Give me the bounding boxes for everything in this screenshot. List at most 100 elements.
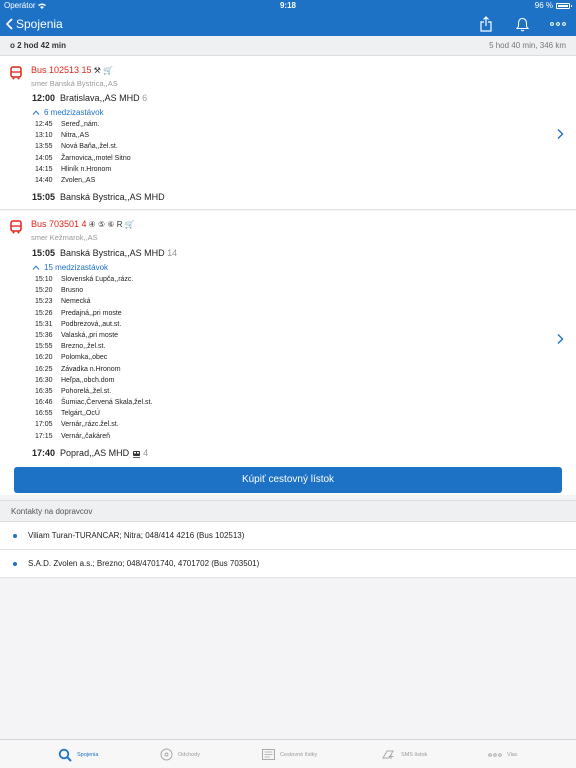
tab-label: SMS lístok bbox=[401, 751, 428, 758]
stop-name: Valaská,,pri moste bbox=[61, 331, 119, 339]
service-symbols: ⚒ 🛒 bbox=[93, 65, 113, 75]
list-item: 15:55 Brezno,,žel.st. bbox=[35, 341, 152, 352]
arrival-row: 17:40 Poprad,,AS MHD 4 bbox=[32, 448, 148, 458]
nav-actions bbox=[478, 12, 566, 36]
arrival-time: 15:05 bbox=[32, 192, 56, 202]
arrival-stop: Banská Bystrica,,AS MHD bbox=[60, 192, 165, 202]
contact-text: S.A.D. Zvolen a.s.; Brezno; 048/4701740,… bbox=[28, 559, 260, 568]
stop-time: 17:15 bbox=[35, 432, 53, 440]
connection-card-2[interactable]: Bus 703501 4 ④ ⑤ ⑥ R 🛒 smer Kežmarok,,AS… bbox=[0, 211, 576, 495]
list-item: 15:20 Brusno bbox=[35, 285, 152, 296]
back-label: Spojenia bbox=[16, 17, 63, 31]
intermediate-stops: 15:10 Slovenská Ľupča,,rázc. 15:20 Brusno … bbox=[35, 274, 152, 442]
departure-row: 12:00 Bratislava,,AS MHD 6 bbox=[32, 93, 147, 103]
stop-name: Heľpa,,obch.dom bbox=[61, 376, 115, 384]
stop-name: Podbrezová,,aut.st. bbox=[61, 320, 122, 328]
tab-spojenia[interactable]: Spojenia bbox=[58, 740, 98, 768]
bell-icon[interactable] bbox=[514, 14, 530, 34]
stop-name: Telgárt,,OcÚ bbox=[61, 410, 100, 418]
stop-name: Vernár,,čakáreň bbox=[61, 432, 111, 440]
list-item: 17:05 Vernár,,rázc.žel.st. bbox=[35, 419, 152, 430]
tab-odchody[interactable]: Odchody bbox=[160, 740, 200, 768]
stop-name: Nitra,,AS bbox=[61, 132, 90, 140]
stops-toggle[interactable]: 15 medzizastávok bbox=[32, 263, 108, 272]
list-item: 15:10 Slovenská Ľupča,,rázc. bbox=[35, 274, 152, 285]
contact-item: Viliam Turan-TURANCAR; Nitra; 048/414 42… bbox=[0, 522, 576, 550]
platform: 6 bbox=[142, 93, 148, 103]
back-button[interactable]: Spojenia bbox=[6, 12, 63, 36]
stop-time: 16:20 bbox=[35, 354, 53, 362]
tab-bar: Spojenia Odchody Cestovné lístky SMS lís… bbox=[0, 739, 576, 768]
departure-row: 15:05 Banská Bystrica,,AS MHD 14 bbox=[32, 248, 177, 258]
contact-text: Viliam Turan-TURANCAR; Nitra; 048/414 42… bbox=[28, 531, 245, 540]
stop-time: 16:25 bbox=[35, 365, 53, 373]
battery-percent: 96 % bbox=[534, 1, 553, 10]
stop-time: 15:36 bbox=[35, 331, 53, 339]
platform: 14 bbox=[167, 248, 178, 258]
stops-count: 15 medzizastávok bbox=[44, 263, 109, 272]
status-bar: Operátor 9:18 96 % bbox=[0, 0, 576, 12]
departure-stop: Bratislava,,AS MHD bbox=[60, 93, 140, 103]
stop-name: Vernár,,rázc.žel.st. bbox=[61, 421, 119, 429]
tab-label: Viac bbox=[507, 751, 518, 758]
arrival-row: 15:05 Banská Bystrica,,AS MHD bbox=[32, 192, 165, 202]
stop-time: 15:55 bbox=[35, 343, 53, 351]
stops-count: 6 medzizastávok bbox=[44, 108, 104, 117]
tab-viac[interactable]: Viac bbox=[488, 740, 518, 768]
tab-cestovne-listky[interactable]: Cestovné lístky bbox=[262, 740, 317, 768]
list-item: 16:55 Telgárt,,OcÚ bbox=[35, 408, 152, 419]
arrival-stop: Poprad,,AS MHD bbox=[60, 448, 130, 458]
stop-time: 16:55 bbox=[35, 410, 53, 418]
stop-time: 16:35 bbox=[35, 387, 53, 395]
list-item: 16:20 Polomka,,obec bbox=[35, 352, 152, 363]
buy-ticket-button[interactable]: Kúpiť cestovný lístok bbox=[14, 467, 562, 493]
stop-name: Polomka,,obec bbox=[61, 354, 108, 362]
list-item: 15:31 Podbrezová,,aut.st. bbox=[35, 319, 152, 330]
direction: smer Kežmarok,,AS bbox=[31, 233, 98, 242]
stop-name: Žarnovica,,motel Sitno bbox=[61, 154, 131, 162]
stop-time: 16:30 bbox=[35, 376, 53, 384]
stops-toggle[interactable]: 6 medzizastávok bbox=[32, 108, 104, 117]
departure-in: o 2 hod 42 min bbox=[10, 41, 67, 50]
contact-item: S.A.D. Zvolen a.s.; Brezno; 048/4701740,… bbox=[0, 550, 576, 578]
stop-time: 15:10 bbox=[35, 276, 53, 283]
list-item: 15:36 Valaská,,pri moste bbox=[35, 330, 152, 341]
departure-time: 12:00 bbox=[32, 93, 56, 103]
chevron-left-icon bbox=[6, 18, 13, 30]
chevron-right-icon[interactable] bbox=[556, 333, 564, 345]
direction: smer Banská Bystrica,,AS bbox=[31, 79, 118, 88]
total-duration-distance: 5 hod 40 min, 346 km bbox=[489, 41, 566, 50]
stop-name: Hliník n.Hronom bbox=[61, 165, 112, 173]
list-item: 13:55 Nová Baňa,,žel.st. bbox=[35, 141, 131, 152]
trip-summary: o 2 hod 42 min 5 hod 40 min, 346 km bbox=[0, 36, 576, 56]
list-item: 16:25 Závadka n.Hronom bbox=[35, 364, 152, 375]
stop-name: Šumiac,Červená Skala,žel.st. bbox=[61, 399, 153, 407]
intermediate-stops: 12:45 Sereď,,nám. 13:10 Nitra,,AS 13:55 Nov… bbox=[35, 119, 131, 186]
clock-icon bbox=[160, 748, 173, 761]
connection-card-1[interactable]: Bus 102513 15 ⚒ 🛒 smer Banská Bystrica,,… bbox=[0, 56, 576, 210]
platform: 4 bbox=[143, 448, 149, 458]
list-item: 16:46 Šumiac,Červená Skala,žel.st. bbox=[35, 397, 152, 408]
tab-sms-listok[interactable]: SMS lístok bbox=[381, 740, 427, 768]
stop-time: 13:10 bbox=[35, 132, 53, 140]
stop-time: 13:55 bbox=[35, 143, 53, 151]
share-icon[interactable] bbox=[478, 14, 494, 34]
stop-time: 15:20 bbox=[35, 287, 53, 295]
bullet-icon bbox=[13, 562, 17, 566]
bus-line: Bus 102513 15 ⚒ 🛒 bbox=[31, 65, 113, 75]
tab-label: Cestovné lístky bbox=[280, 751, 318, 758]
stop-name: Pohorelá,,žel.st. bbox=[61, 387, 112, 395]
tab-label: Spojenia bbox=[77, 751, 99, 758]
stop-time: 15:26 bbox=[35, 309, 53, 317]
stop-time: 14:40 bbox=[35, 176, 53, 184]
bus-line: Bus 703501 4 ④ ⑤ ⑥ R 🛒 bbox=[31, 219, 135, 229]
status-time: 9:18 bbox=[279, 1, 296, 10]
list-item: 15:23 Nemecká bbox=[35, 296, 152, 307]
list-item: 14:40 Zvolen,,AS bbox=[35, 175, 131, 186]
stop-name: Brusno bbox=[61, 287, 84, 295]
battery-icon bbox=[556, 3, 572, 9]
more-options-icon[interactable] bbox=[550, 14, 566, 34]
more-icon bbox=[488, 752, 502, 757]
chevron-right-icon[interactable] bbox=[556, 128, 564, 140]
list-item: 14:15 Hliník n.Hronom bbox=[35, 164, 131, 175]
